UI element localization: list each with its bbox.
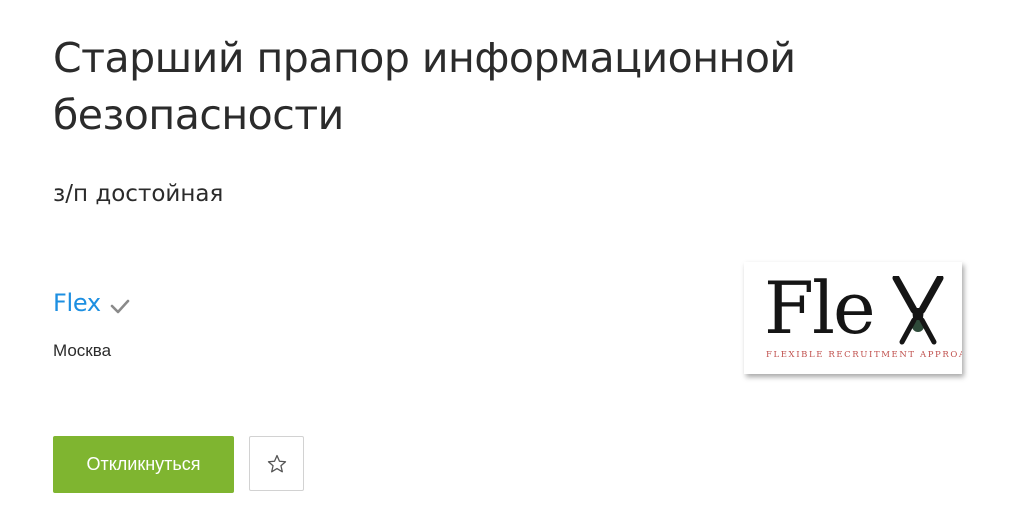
- handstand-figure-icon: [892, 276, 944, 345]
- vacancy-title: Старший прапор информационной безопаснос…: [53, 34, 796, 139]
- company-logo[interactable]: Fle FLEXIBLE RECRUITMENT APPROACH: [744, 262, 962, 374]
- company-logo-word: Fle: [764, 266, 876, 350]
- vacancy-city: Москва: [53, 341, 112, 360]
- company-row: Flex: [53, 286, 131, 320]
- vacancy-salary: з/п достойная: [53, 181, 224, 207]
- favorite-button[interactable]: [249, 436, 304, 491]
- apply-button[interactable]: Откликнуться: [53, 436, 234, 493]
- company-name-link[interactable]: Flex: [53, 289, 101, 317]
- company-logo-tagline: FLEXIBLE RECRUITMENT APPROACH: [766, 350, 962, 360]
- star-outline-icon: [267, 454, 286, 472]
- checkmark-icon: [109, 297, 131, 315]
